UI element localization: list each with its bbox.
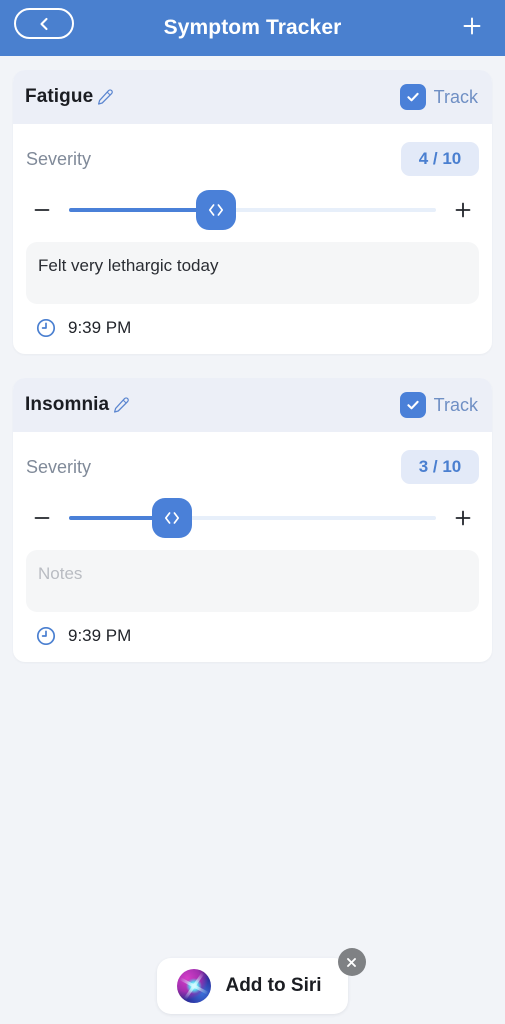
check-icon [407, 400, 419, 410]
siri-area: Add to Siri [0, 948, 505, 1014]
slider-thumb[interactable] [151, 498, 192, 538]
track-checkbox[interactable] [399, 392, 426, 418]
check-icon [407, 92, 419, 102]
symptom-title-group: Insomnia [25, 394, 131, 416]
track-toggle[interactable]: Track [399, 392, 478, 418]
track-checkbox[interactable] [399, 84, 426, 110]
severity-badge: 3 / 10 [401, 450, 479, 484]
plus-icon [455, 510, 471, 526]
app-root: Symptom Tracker Fatigue Track Severity 4… [0, 0, 505, 1024]
chevron-left-icon [37, 16, 51, 32]
add-to-siri-button[interactable]: Add to Siri [157, 958, 348, 1014]
increment-button[interactable] [448, 503, 478, 533]
minus-icon [34, 517, 50, 519]
plus-icon [460, 14, 484, 43]
dismiss-siri-button[interactable] [337, 948, 366, 976]
plus-icon [455, 202, 471, 218]
page-title: Symptom Tracker [163, 16, 342, 39]
minus-icon [34, 209, 50, 211]
timestamp-row: 9:39 PM [13, 304, 492, 354]
severity-badge: 4 / 10 [401, 142, 479, 176]
clock-icon [35, 625, 57, 647]
symptom-list: Fatigue Track Severity 4 / 10 Felt very … [0, 56, 505, 662]
notes-input[interactable]: Notes [26, 550, 479, 612]
close-icon [347, 957, 356, 967]
increment-button[interactable] [448, 195, 478, 225]
severity-label: Severity [26, 148, 92, 169]
track-label: Track [433, 394, 478, 415]
symptom-card: Insomnia Track Severity 3 / 10 Notes 9:3… [13, 378, 492, 662]
severity-slider[interactable] [69, 190, 436, 230]
back-button[interactable] [14, 8, 74, 39]
pencil-icon[interactable] [111, 395, 131, 415]
siri-holder: Add to Siri [157, 948, 366, 1014]
decrement-button[interactable] [27, 195, 57, 225]
add-symptom-button[interactable] [457, 13, 487, 43]
symptom-card-header: Fatigue Track [13, 70, 492, 124]
severity-slider-row [13, 484, 492, 538]
symptom-name: Fatigue [25, 86, 94, 107]
add-to-siri-label: Add to Siri [225, 975, 322, 996]
notes-input[interactable]: Felt very lethargic today [26, 242, 479, 304]
pencil-icon[interactable] [95, 87, 115, 107]
symptom-name: Insomnia [25, 394, 110, 415]
severity-slider[interactable] [69, 498, 436, 538]
severity-label: Severity [26, 456, 92, 477]
timestamp-text: 9:39 PM [68, 626, 132, 645]
severity-row: Severity 4 / 10 [13, 124, 492, 176]
slider-fill [69, 208, 216, 212]
symptom-title-group: Fatigue [25, 86, 115, 108]
track-label: Track [433, 86, 478, 107]
symptom-card-header: Insomnia Track [13, 378, 492, 432]
symptom-card: Fatigue Track Severity 4 / 10 Felt very … [13, 70, 492, 354]
timestamp-text: 9:39 PM [68, 318, 132, 337]
left-right-chevrons-icon [208, 204, 223, 216]
clock-icon [35, 317, 57, 339]
left-right-chevrons-icon [164, 512, 179, 524]
severity-slider-row [13, 176, 492, 230]
track-toggle[interactable]: Track [399, 84, 478, 110]
timestamp-row: 9:39 PM [13, 612, 492, 662]
severity-row: Severity 3 / 10 [13, 432, 492, 484]
decrement-button[interactable] [27, 503, 57, 533]
app-header: Symptom Tracker [0, 0, 505, 56]
slider-thumb[interactable] [195, 190, 236, 230]
siri-orb-icon [177, 969, 212, 1003]
